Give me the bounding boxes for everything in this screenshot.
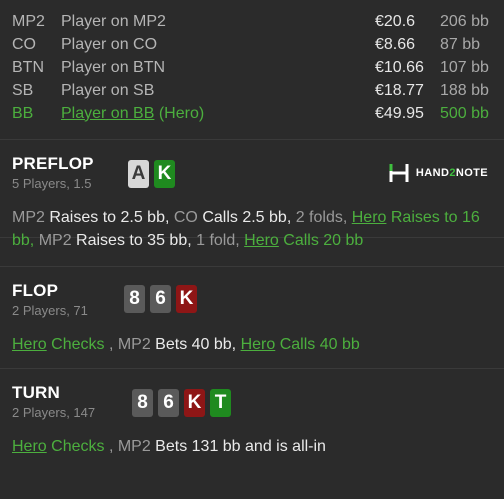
- player-name: Player on SB: [61, 81, 155, 99]
- position-label: SB: [12, 81, 34, 99]
- street-subtitle: 2 Players, 71: [12, 303, 88, 318]
- hero-action[interactable]: Hero Checks: [12, 336, 109, 353]
- hero-name-link[interactable]: Player on BB: [61, 105, 154, 122]
- player-row-co: CO Player on CO €8.66 87 bb: [12, 33, 492, 56]
- position-label: MP2: [12, 12, 45, 30]
- street-title: FLOP: [12, 281, 59, 300]
- hero-link[interactable]: Hero: [12, 336, 47, 353]
- street-title: TURN: [12, 383, 61, 402]
- street-flop: FLOP 2 Players, 71 8 6 K Hero Checks , M…: [0, 267, 504, 369]
- flop-actions: Hero Checks , MP2 Bets 40 bb, Hero Calls…: [12, 333, 360, 356]
- player-stack: €49.95: [375, 104, 424, 122]
- player-name: Player on CO: [61, 35, 158, 53]
- position-label: BB: [12, 104, 34, 122]
- player-row-mp2: MP2 Player on MP2 €20.6 206 bb: [12, 10, 492, 33]
- action-player: 1 fold,: [196, 232, 245, 249]
- action-text: Calls 40 bb: [275, 336, 360, 353]
- player-stack: €18.77: [375, 81, 424, 99]
- action-text: Raises to 2.5 bb,: [44, 209, 174, 226]
- card: T: [210, 389, 231, 417]
- action-text: Checks: [46, 438, 109, 455]
- card: K: [184, 389, 205, 417]
- hero-player-name[interactable]: Player on BB (Hero): [61, 105, 375, 123]
- action-text: Checks: [46, 336, 109, 353]
- action-player: , MP2: [108, 336, 151, 353]
- hole-cards: A K: [128, 160, 175, 188]
- player-stack-bb: 107 bb: [440, 58, 489, 76]
- hand2note-logo: HAND2NOTE: [388, 162, 488, 184]
- card: 6: [158, 389, 179, 417]
- player-name: Player on BTN: [61, 58, 166, 76]
- player-stack: €8.66: [375, 35, 416, 53]
- street-subtitle: 2 Players, 147: [12, 405, 96, 420]
- player-stack-bb: 188 bb: [440, 81, 489, 99]
- action-player: 2 folds,: [295, 209, 352, 226]
- street-preflop: PREFLOP 5 Players, 1.5 A K HAND2NOTE MP2…: [0, 140, 504, 249]
- hero-action[interactable]: Hero Calls 20 bb: [244, 232, 363, 249]
- card: 8: [124, 285, 145, 313]
- card: A: [128, 160, 149, 188]
- logo-text-3: NOTE: [455, 167, 488, 179]
- action-player: , MP2: [108, 438, 151, 455]
- player-row-sb: SB Player on SB €18.77 188 bb: [12, 79, 492, 102]
- player-stack: €10.66: [375, 58, 424, 76]
- action-text: Calls 2.5 bb,: [197, 209, 296, 226]
- card: K: [154, 160, 175, 188]
- hero-link[interactable]: Hero: [12, 438, 47, 455]
- player-row-bb-hero: BB Player on BB (Hero) €49.95 500 bb: [12, 102, 492, 125]
- hero-link[interactable]: Hero: [244, 232, 279, 249]
- hero-suffix: (Hero): [154, 104, 205, 122]
- action-text: Raises to 35 bb,: [71, 232, 197, 249]
- player-stack-bb: 206 bb: [440, 12, 489, 30]
- action-text: Calls 20 bb: [278, 232, 364, 249]
- logo-text-1: HAND: [415, 167, 450, 179]
- players-table: MP2 Player on MP2 €20.6 206 bb CO Player…: [0, 0, 504, 140]
- position-label: CO: [12, 35, 36, 53]
- board-cards: 8 6 K T: [132, 389, 231, 417]
- action-player: MP2: [12, 209, 45, 226]
- h-logo-icon: [389, 164, 409, 182]
- player-stack-bb: 87 bb: [440, 35, 481, 53]
- hero-action[interactable]: Hero Calls 40 bb: [241, 336, 360, 353]
- card: K: [176, 285, 197, 313]
- preflop-actions: MP2 Raises to 2.5 bb, CO Calls 2.5 bb, 2…: [12, 206, 482, 252]
- street-turn: TURN 2 Players, 147 8 6 K T Hero Checks …: [0, 369, 504, 479]
- player-row-btn: BTN Player on BTN €10.66 107 bb: [12, 56, 492, 79]
- card: 6: [150, 285, 171, 313]
- hero-action[interactable]: Hero Checks: [12, 438, 109, 455]
- action-text: Bets 131 bb and is all-in: [150, 438, 326, 455]
- player-name: Player on MP2: [61, 12, 166, 30]
- player-stack: €20.6: [375, 12, 416, 30]
- hero-link[interactable]: Hero: [241, 336, 276, 353]
- turn-actions: Hero Checks , MP2 Bets 131 bb and is all…: [12, 435, 326, 458]
- card: 8: [132, 389, 153, 417]
- action-player: CO: [173, 209, 198, 226]
- player-stack-bb: 500 bb: [440, 104, 489, 122]
- position-label: BTN: [12, 58, 44, 76]
- action-text: Bets 40 bb,: [150, 336, 241, 353]
- hero-link[interactable]: Hero: [352, 209, 387, 226]
- board-cards: 8 6 K: [124, 285, 197, 313]
- action-player: MP2: [38, 232, 72, 249]
